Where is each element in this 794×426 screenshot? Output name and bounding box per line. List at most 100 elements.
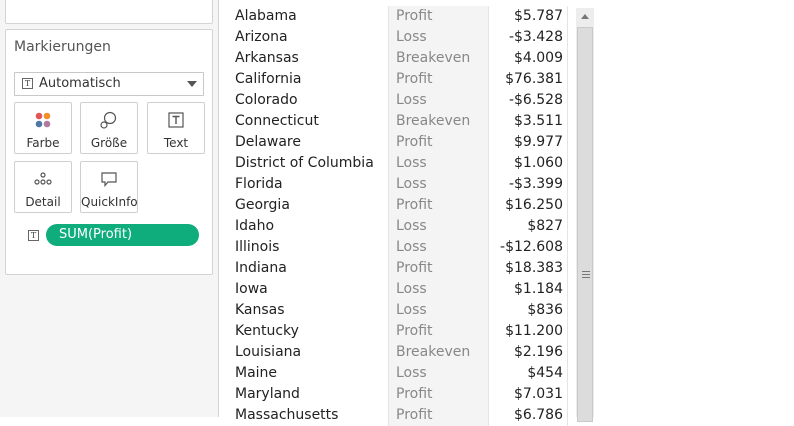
size-button[interactable]: Größe [80,102,138,154]
cell-state[interactable]: Connecticut [228,111,388,132]
text-button[interactable]: Text [147,102,205,154]
table-row[interactable]: Maine Loss $454 [228,363,568,384]
cell-profit-value[interactable]: -$12.608 [488,237,568,258]
cell-profit-value[interactable]: $827 [488,216,568,237]
table-row[interactable]: Arizona Loss -$3.428 [228,27,568,48]
cell-profit-value[interactable]: $1.184 [488,279,568,300]
cell-profit-value[interactable]: $18.383 [488,258,568,279]
table-row[interactable]: California Profit $76.381 [228,69,568,90]
cell-profit-type[interactable]: Profit [388,69,488,90]
column-header-type[interactable]: P [395,0,403,3]
cell-state[interactable]: Kentucky [228,321,388,342]
cell-profit-type[interactable]: Profit [388,132,488,153]
cell-profit-value[interactable]: $11.200 [488,321,568,342]
table-row[interactable]: Georgia Profit $16.250 [228,195,568,216]
marks-card-title: Markierungen [14,39,111,55]
cell-profit-type[interactable]: Breakeven [388,111,488,132]
cell-profit-value[interactable]: -$3.399 [488,174,568,195]
cell-state[interactable]: Georgia [228,195,388,216]
scroll-up-arrow-icon[interactable] [576,8,594,26]
cell-state[interactable]: Louisiana [228,342,388,363]
cell-state[interactable]: Indiana [228,258,388,279]
cell-profit-type[interactable]: Loss [388,237,488,258]
cell-profit-type[interactable]: Loss [388,174,488,195]
table-row[interactable]: Louisiana Breakeven $2.196 [228,342,568,363]
table-header: State P [228,0,568,3]
cell-profit-type[interactable]: Loss [388,153,488,174]
cell-profit-type[interactable]: Profit [388,195,488,216]
table-row[interactable]: Delaware Profit $9.977 [228,132,568,153]
table-row[interactable]: District of Columbia Loss $1.060 [228,153,568,174]
detail-button-label: Detail [25,195,61,209]
chevron-down-icon[interactable] [187,81,197,87]
detail-button[interactable]: Detail [14,161,72,213]
table-row[interactable]: Idaho Loss $827 [228,216,568,237]
cell-profit-type[interactable]: Loss [388,27,488,48]
cell-profit-value[interactable]: $76.381 [488,69,568,90]
cell-state[interactable]: Idaho [228,216,388,237]
cell-state[interactable]: Maine [228,363,388,384]
detail-icon [15,170,71,190]
cell-state[interactable]: Arkansas [228,48,388,69]
cell-profit-value[interactable]: $16.250 [488,195,568,216]
cell-state[interactable]: Kansas [228,300,388,321]
cell-state[interactable]: Illinois [228,237,388,258]
table-row[interactable]: Indiana Profit $18.383 [228,258,568,279]
vertical-scrollbar[interactable] [576,8,594,422]
cell-state[interactable]: Colorado [228,90,388,111]
cell-profit-type[interactable]: Profit [388,384,488,405]
sum-profit-pill[interactable]: SUM(Profit) [46,224,199,246]
cell-state[interactable]: Massachusetts [228,405,388,426]
cell-profit-type[interactable]: Loss [388,216,488,237]
cell-profit-value[interactable]: $4.009 [488,48,568,69]
cell-profit-value[interactable]: $454 [488,363,568,384]
cell-profit-type[interactable]: Profit [388,405,488,426]
table-row[interactable]: Alabama Profit $5.787 [228,6,568,27]
tooltip-button[interactable]: QuickInfo [80,161,138,213]
scrollbar-thumb[interactable] [577,27,593,422]
cell-profit-value[interactable]: $6.786 [488,405,568,426]
cell-state[interactable]: Arizona [228,27,388,48]
tooltip-button-label: QuickInfo [81,195,138,209]
cell-state[interactable]: California [228,69,388,90]
cell-profit-value[interactable]: $2.196 [488,342,568,363]
cell-state[interactable]: Alabama [228,6,388,27]
cell-profit-value[interactable]: $3.511 [488,111,568,132]
cell-state[interactable]: Maryland [228,384,388,405]
cell-profit-type[interactable]: Profit [388,6,488,27]
table-row[interactable]: Kansas Loss $836 [228,300,568,321]
table-row[interactable]: Massachusetts Profit $6.786 [228,405,568,426]
table-row[interactable]: Florida Loss -$3.399 [228,174,568,195]
cell-profit-value[interactable]: $836 [488,300,568,321]
table-row[interactable]: Kentucky Profit $11.200 [228,321,568,342]
table-row[interactable]: Illinois Loss -$12.608 [228,237,568,258]
table-row[interactable]: Arkansas Breakeven $4.009 [228,48,568,69]
cell-profit-type[interactable]: Profit [388,258,488,279]
color-button[interactable]: Farbe [14,102,72,154]
cell-state[interactable]: Florida [228,174,388,195]
cell-profit-type[interactable]: Loss [388,279,488,300]
size-icon [81,111,137,131]
cell-profit-value[interactable]: $9.977 [488,132,568,153]
table-row[interactable]: Iowa Loss $1.184 [228,279,568,300]
mark-type-dropdown[interactable]: T Automatisch [14,72,204,96]
cell-state[interactable]: Iowa [228,279,388,300]
table-row[interactable]: Connecticut Breakeven $3.511 [228,111,568,132]
cell-profit-type[interactable]: Loss [388,90,488,111]
column-header-state[interactable]: State [234,0,268,3]
cell-profit-type[interactable]: Loss [388,363,488,384]
cell-profit-type[interactable]: Breakeven [388,342,488,363]
cell-state[interactable]: District of Columbia [228,153,388,174]
cell-profit-type[interactable]: Loss [388,300,488,321]
cell-profit-value[interactable]: -$6.528 [488,90,568,111]
cell-profit-type[interactable]: Breakeven [388,48,488,69]
cell-profit-value[interactable]: $5.787 [488,6,568,27]
color-icon [15,111,71,131]
cell-profit-value[interactable]: $1.060 [488,153,568,174]
cell-profit-value[interactable]: $7.031 [488,384,568,405]
table-row[interactable]: Maryland Profit $7.031 [228,384,568,405]
table-row[interactable]: Colorado Loss -$6.528 [228,90,568,111]
cell-profit-value[interactable]: -$3.428 [488,27,568,48]
cell-profit-type[interactable]: Profit [388,321,488,342]
cell-state[interactable]: Delaware [228,132,388,153]
